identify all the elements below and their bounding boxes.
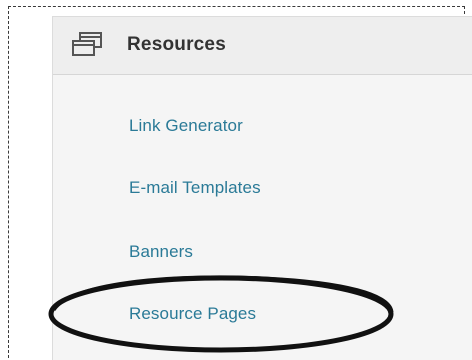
window-stack-icon [71, 31, 103, 59]
nav-link-generator[interactable]: Link Generator [129, 116, 243, 136]
nav-banners[interactable]: Banners [129, 242, 193, 262]
resources-panel: Resources Link Generator E-mail Template… [52, 16, 472, 360]
resources-header[interactable]: Resources [53, 17, 472, 75]
resources-title: Resources [127, 34, 226, 55]
nav-email-templates[interactable]: E-mail Templates [129, 178, 261, 198]
nav-resource-pages[interactable]: Resource Pages [129, 304, 256, 324]
